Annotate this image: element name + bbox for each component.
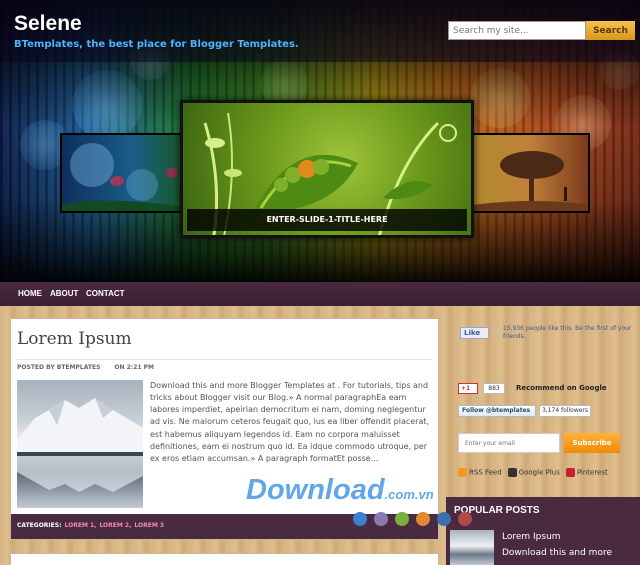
- watermark-dot: [395, 512, 409, 526]
- facebook-like-button[interactable]: Like: [460, 327, 489, 339]
- search-input[interactable]: [448, 21, 586, 40]
- google-plus-count: 883: [483, 383, 505, 394]
- watermark-logo: Download.com.vn: [246, 474, 434, 507]
- categories-label: CATEGORIES:: [17, 522, 62, 529]
- rss-label: RSS Feed: [469, 468, 502, 477]
- header-banner: Selene BTemplates, the best place for Bl…: [0, 0, 640, 282]
- slide-caption[interactable]: ENTER-SLIDE-1-TITLE-HERE: [187, 209, 467, 231]
- search-button[interactable]: Search: [586, 21, 635, 40]
- site-title[interactable]: Selene: [14, 12, 82, 36]
- search-form: Search: [448, 21, 635, 40]
- post-thumbnail-art: [17, 398, 143, 492]
- post-excerpt: Download this and more Blogger Templates…: [150, 381, 430, 463]
- slide-main[interactable]: ENTER-SLIDE-1-TITLE-HERE: [180, 100, 474, 238]
- category-link[interactable]: LOREM 1,: [64, 522, 96, 529]
- post-meta-divider: [17, 359, 432, 360]
- rss-link[interactable]: RSS Feed: [458, 468, 502, 477]
- popular-post-excerpt: Download this and more: [502, 548, 612, 558]
- watermark-dot: [353, 512, 367, 526]
- slide-thumb-left[interactable]: [60, 133, 182, 213]
- nav-item-home[interactable]: HOME: [18, 289, 42, 298]
- google-recommend-text: Recommend on Google: [516, 384, 607, 392]
- post-title[interactable]: Lorem Ipsum: [17, 329, 132, 349]
- watermark-dot: [458, 512, 472, 526]
- watermark-dot: [416, 512, 430, 526]
- subscribe-email-input[interactable]: [458, 433, 560, 453]
- subscribe-button[interactable]: Subscribe: [564, 433, 620, 453]
- pinterest-link[interactable]: Pinterest: [565, 468, 608, 477]
- google-plus-label: Google Plus: [518, 468, 560, 477]
- slide-thumb-right[interactable]: [470, 133, 590, 213]
- post-time: ON 2:21 PM: [114, 364, 154, 371]
- twitter-follow-button[interactable]: Follow @btemplates: [458, 405, 536, 417]
- rss-icon: [458, 468, 467, 477]
- popular-post-thumbnail[interactable]: [450, 530, 494, 565]
- post-thumbnail[interactable]: [17, 380, 143, 508]
- watermark-dot: [374, 512, 388, 526]
- pinterest-label: Pinterest: [576, 468, 608, 477]
- pinterest-icon: [565, 468, 575, 477]
- facebook-like-text: 15,936 people like this. Be the first of…: [503, 325, 632, 340]
- watermark-dots: [353, 512, 472, 526]
- post-meta: POSTED BY BTEMPLATES ON 2:21 PM: [17, 364, 154, 371]
- post-author: POSTED BY BTEMPLATES: [17, 364, 101, 371]
- watermark-brand: Download: [246, 474, 385, 506]
- google-plus-icon: [507, 468, 517, 477]
- nav-item-about[interactable]: ABOUT: [50, 289, 78, 298]
- google-plus-link[interactable]: Google Plus: [507, 468, 560, 477]
- slide-left-art: [62, 143, 180, 211]
- google-plus-one-button[interactable]: +1: [458, 383, 478, 394]
- popular-posts-heading: POPULAR POSTS: [446, 497, 640, 525]
- slide-right-art: [472, 151, 588, 211]
- main-nav: HOME ABOUT CONTACT: [0, 282, 640, 306]
- social-links: RSS Feed Google Plus Pinterest: [458, 468, 608, 477]
- facebook-like-label: Like: [464, 329, 481, 337]
- site-description: BTemplates, the best place for Blogger T…: [14, 39, 299, 50]
- watermark-tld: .com.vn: [384, 487, 434, 502]
- category-link[interactable]: LOREM 3: [134, 522, 164, 529]
- watermark-dot: [437, 512, 451, 526]
- popular-post-title[interactable]: Lorem Ipsum: [502, 532, 561, 542]
- next-post-card: [10, 553, 439, 565]
- nav-item-contact[interactable]: CONTACT: [86, 289, 125, 298]
- category-link[interactable]: LOREM 2,: [99, 522, 131, 529]
- twitter-followers-count: 3,174 followers: [539, 405, 591, 417]
